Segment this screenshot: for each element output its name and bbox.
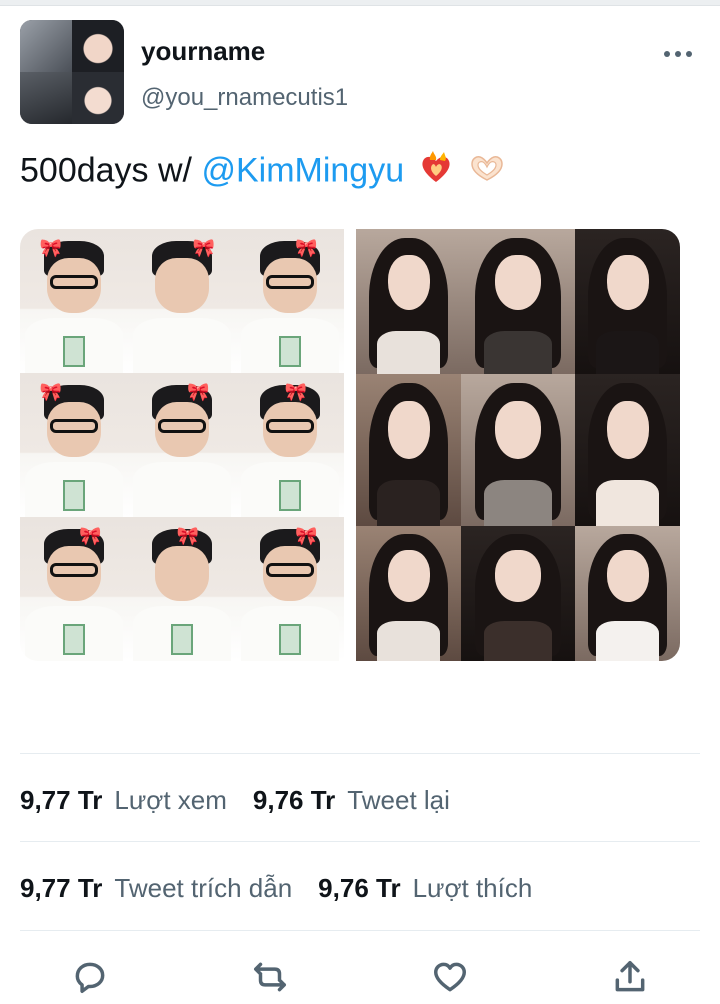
photo-cell: 🎀 [20,373,128,517]
photo-cell: 🎀 [236,373,344,517]
photo-cell [356,229,461,374]
photo-cell [356,526,461,661]
media-image-left[interactable]: 🎀 🎀 🎀 🎀 🎀 🎀 🎀 🎀 🎀 [20,229,344,661]
retweets-count[interactable]: 9,76 Tr [253,785,335,815]
share-icon[interactable] [610,957,650,997]
likes-count[interactable]: 9,76 Tr [318,873,400,903]
mention-link[interactable]: @KimMingyu [201,151,404,189]
top-divider [0,0,720,6]
tweet-media[interactable]: 🎀 🎀 🎀 🎀 🎀 🎀 🎀 🎀 🎀 [20,229,680,661]
avatar-photo-4 [72,72,124,124]
heart-on-fire-icon [418,150,454,195]
like-icon[interactable] [430,957,470,997]
photo-cell [461,374,575,526]
views-count[interactable]: 9,77 Tr [20,785,102,815]
views-label[interactable]: Lượt xem [114,785,226,815]
tweet-text: 500days w/ @KimMingyu [20,150,507,195]
photo-cell [461,229,575,374]
quote-tweets-label[interactable]: Tweet trích dẫn [114,873,292,903]
photo-cell [575,374,680,526]
retweets-label[interactable]: Tweet lại [347,785,450,815]
user-handle[interactable]: @you_rnamecutis1 [141,84,348,112]
stats-row-views: 9,77 Tr Lượt xem 9,76 Tr Tweet lại [20,785,476,816]
more-options-icon[interactable] [664,46,692,62]
quote-tweets-count[interactable]: 9,77 Tr [20,873,102,903]
display-name[interactable]: yourname [141,36,265,67]
avatar-photo-3 [20,72,72,124]
divider [20,753,700,754]
reply-icon[interactable] [70,957,110,997]
photo-cell: 🎀 [236,229,344,373]
retweet-icon[interactable] [250,957,290,997]
divider [20,930,700,931]
avatar-photo-1 [20,20,72,72]
photo-cell: 🎀 [20,517,128,661]
photo-cell: 🎀 [236,517,344,661]
heart-hands-icon [467,150,507,195]
divider [20,841,700,842]
photo-cell [575,229,680,374]
photo-cell: 🎀 [20,229,128,373]
avatar[interactable] [20,20,124,124]
photo-cell [461,526,575,661]
photo-cell [356,374,461,526]
tweet-body: 500days w/ [20,151,202,190]
photo-cell: 🎀 [128,517,236,661]
avatar-photo-2 [72,20,124,72]
photo-cell [575,526,680,661]
media-image-right[interactable] [356,229,680,661]
likes-label[interactable]: Lượt thích [413,873,533,903]
photo-cell: 🎀 [128,373,236,517]
photo-cell: 🎀 [128,229,236,373]
stats-row-quotes: 9,77 Tr Tweet trích dẫn 9,76 Tr Lượt thích [20,873,558,904]
